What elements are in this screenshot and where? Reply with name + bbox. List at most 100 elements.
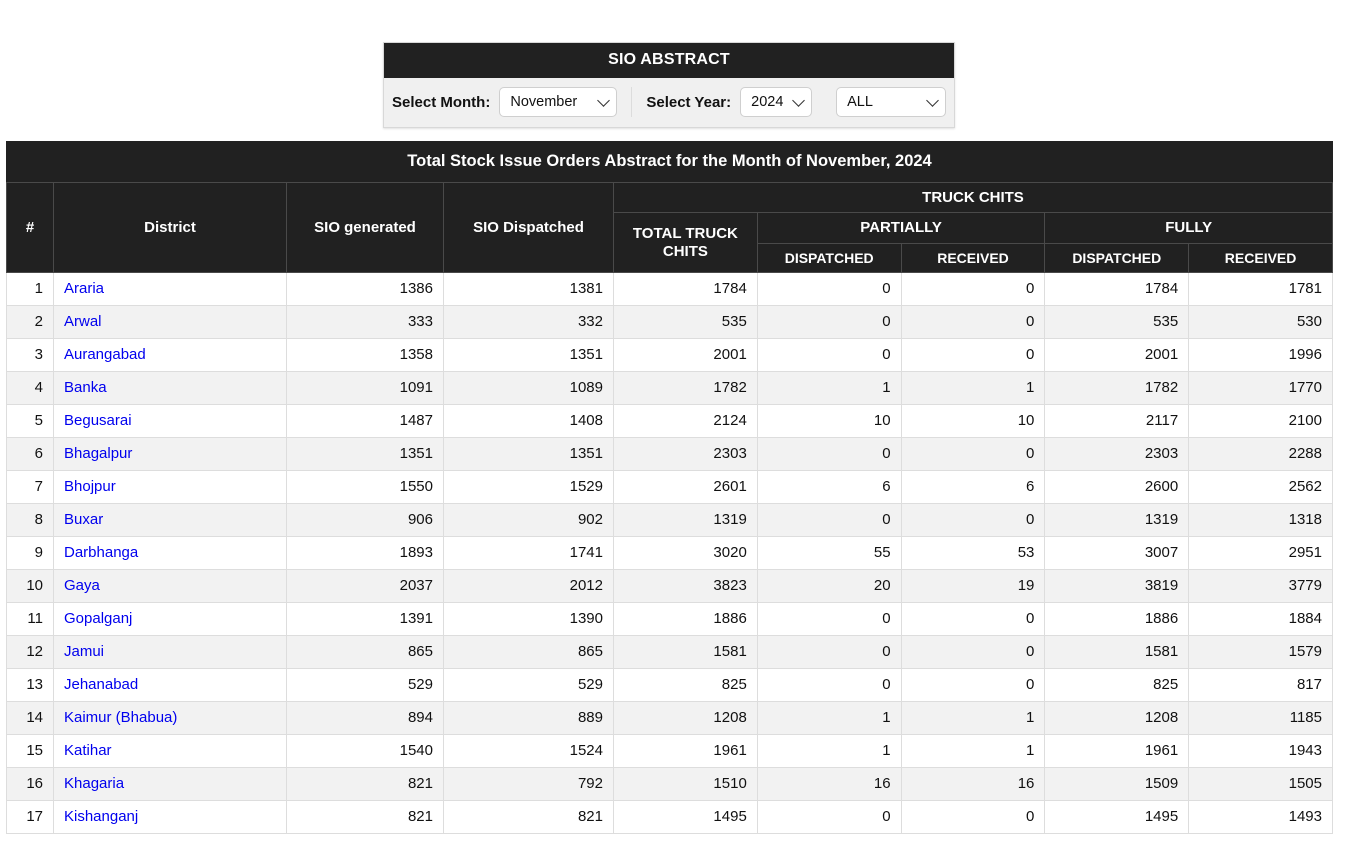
district-link[interactable]: Khagaria [64,775,124,792]
cell-fully-received: 1943 [1188,733,1333,768]
col-header-sio-generated[interactable]: SIO generated [286,182,444,273]
cell-fully-received: 1884 [1188,601,1333,636]
table-caption: Total Stock Issue Orders Abstract for th… [6,141,1333,183]
row-index: 15 [6,733,54,768]
district-link[interactable]: Katihar [64,742,112,759]
cell-sio-generated: 906 [286,502,444,537]
district-link: Khagaria [53,766,287,801]
scope-select[interactable]: ALL [836,87,947,117]
scope-select-value: ALL [847,94,873,110]
cell-partially-received: 53 [900,535,1046,570]
district-link[interactable]: Arwal [64,313,102,330]
district-link[interactable]: Begusarai [64,412,132,429]
district-link[interactable]: Darbhanga [64,544,138,561]
cell-partially-received: 6 [900,469,1046,504]
col-header-partially-dispatched[interactable]: DISPATCHED [756,242,902,273]
cell-total-truck-chits: 535 [613,304,758,339]
district-link[interactable]: Gaya [64,577,100,594]
col-header-total-truck-chits[interactable]: TOTAL TRUCK CHITS [613,212,758,273]
cell-sio-generated: 1358 [286,337,444,372]
district-link[interactable]: Buxar [64,511,103,528]
col-header-fully-dispatched[interactable]: DISPATCHED [1044,242,1190,273]
cell-total-truck-chits: 1581 [613,634,758,669]
cell-fully-dispatched: 1319 [1044,502,1190,537]
district-link: Bhagalpur [53,436,287,471]
row-index: 3 [6,337,54,372]
cell-partially-received: 0 [900,667,1046,702]
district-link[interactable]: Jehanabad [64,676,138,693]
cell-sio-dispatched: 529 [443,667,614,702]
district-link[interactable]: Bhagalpur [64,445,132,462]
cell-partially-received: 1 [900,700,1046,735]
month-select-value: November [510,94,578,110]
year-filter-group: Select Year: 2024 [632,87,822,117]
year-select[interactable]: 2024 [740,87,813,117]
row-index: 8 [6,502,54,537]
district-link[interactable]: Jamui [64,643,104,660]
cell-sio-generated: 1550 [286,469,444,504]
cell-fully-dispatched: 535 [1044,304,1190,339]
cell-fully-dispatched: 2600 [1044,469,1190,504]
cell-total-truck-chits: 1319 [613,502,758,537]
district-link: Arwal [53,304,287,339]
district-link: Bhojpur [53,469,287,504]
col-header-sio-dispatched[interactable]: SIO Dispatched [443,182,614,273]
row-index: 17 [6,799,54,834]
cell-sio-dispatched: 1381 [443,271,614,306]
cell-fully-received: 1579 [1188,634,1333,669]
table-row: 15 Katihar 1540 1524 1961 1 1 1961 1943 [6,733,1333,768]
cell-partially-received: 0 [900,337,1046,372]
col-header-fully-received[interactable]: RECEIVED [1188,242,1333,273]
row-index: 13 [6,667,54,702]
district-link[interactable]: Kaimur (Bhabua) [64,709,177,726]
district-link: Begusarai [53,403,287,438]
table-row: 1 Araria 1386 1381 1784 0 0 1784 1781 [6,271,1333,306]
district-link[interactable]: Banka [64,379,107,396]
filter-panel-title: SIO ABSTRACT [384,43,954,78]
cell-fully-received: 530 [1188,304,1333,339]
cell-fully-received: 2288 [1188,436,1333,471]
cell-sio-generated: 1391 [286,601,444,636]
district-link[interactable]: Gopalganj [64,610,132,627]
cell-fully-received: 1770 [1188,370,1333,405]
district-link: Katihar [53,733,287,768]
col-header-partially-received[interactable]: RECEIVED [900,242,1046,273]
row-index: 11 [6,601,54,636]
cell-total-truck-chits: 3823 [613,568,758,603]
cell-sio-dispatched: 889 [443,700,614,735]
cell-fully-dispatched: 1782 [1044,370,1190,405]
cell-total-truck-chits: 1784 [613,271,758,306]
cell-partially-received: 0 [900,502,1046,537]
row-index: 16 [6,766,54,801]
cell-partially-dispatched: 6 [756,469,902,504]
cell-partially-received: 0 [900,304,1046,339]
district-link: Kishanganj [53,799,287,834]
cell-partially-dispatched: 0 [756,502,902,537]
filter-panel-body: Select Month: November Select Year: 2024… [384,78,954,127]
cell-partially-dispatched: 0 [756,667,902,702]
cell-sio-generated: 2037 [286,568,444,603]
cell-sio-generated: 333 [286,304,444,339]
district-link[interactable]: Aurangabad [64,346,146,363]
month-select[interactable]: November [499,87,618,117]
cell-total-truck-chits: 2001 [613,337,758,372]
col-header-index[interactable]: # [6,182,54,273]
table-head: # District SIO generated SIO Dispatched … [6,182,1333,273]
district-link: Kaimur (Bhabua) [53,700,287,735]
header-row-top: # District SIO generated SIO Dispatched … [6,182,1333,273]
district-link[interactable]: Bhojpur [64,478,116,495]
cell-partially-dispatched: 0 [756,601,902,636]
cell-sio-generated: 1487 [286,403,444,438]
district-link[interactable]: Araria [64,280,104,297]
cell-fully-received: 1493 [1188,799,1333,834]
col-header-fully: FULLY [1044,212,1333,244]
cell-sio-dispatched: 1390 [443,601,614,636]
col-header-district[interactable]: District [53,182,287,273]
district-link[interactable]: Kishanganj [64,808,138,825]
table-row: 12 Jamui 865 865 1581 0 0 1581 1579 [6,634,1333,669]
table-row: 11 Gopalganj 1391 1390 1886 0 0 1886 1884 [6,601,1333,636]
chevron-down-icon [792,94,806,107]
cell-partially-received: 10 [900,403,1046,438]
cell-partially-dispatched: 10 [756,403,902,438]
district-link: Gopalganj [53,601,287,636]
